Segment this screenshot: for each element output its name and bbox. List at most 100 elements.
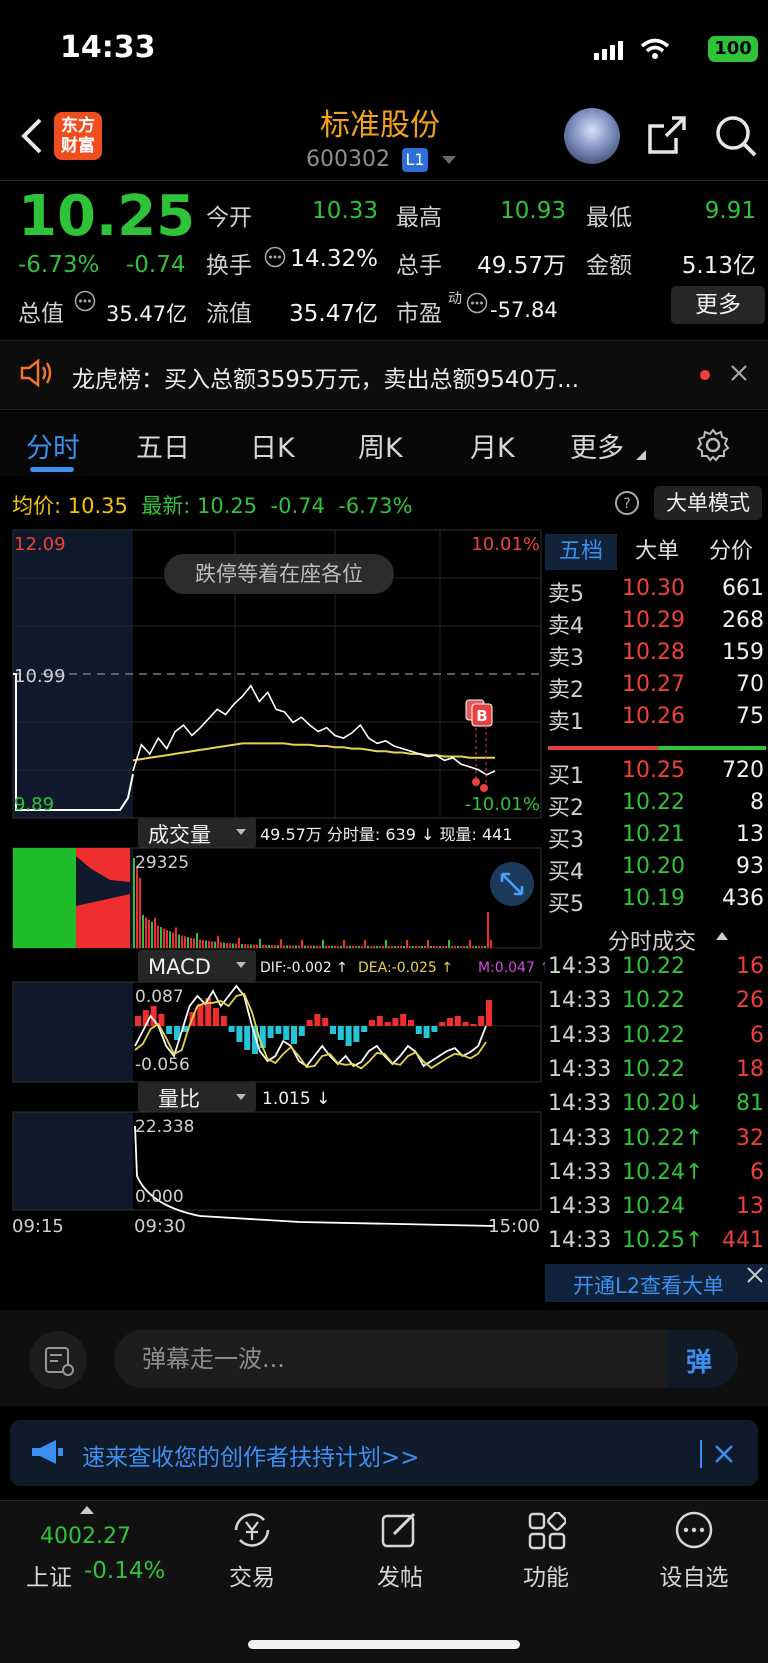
- share-icon[interactable]: [646, 114, 688, 156]
- gear-icon[interactable]: [696, 428, 730, 462]
- post-icon[interactable]: [380, 1510, 420, 1550]
- volume-bar: [151, 921, 153, 948]
- info-dots-icon[interactable]: [466, 292, 488, 314]
- info-dots-icon[interactable]: [264, 246, 286, 268]
- volume-bar: [385, 939, 387, 948]
- nav-post[interactable]: 发帖: [350, 1558, 450, 1592]
- volume-bar: [394, 945, 396, 948]
- volume-bar: [196, 933, 198, 948]
- volume-bar: [364, 939, 366, 948]
- danmu-send-button[interactable]: 弹: [668, 1330, 738, 1388]
- axis-bottom-price: 9.89: [14, 794, 54, 815]
- volume-bar: [256, 944, 258, 948]
- expand-up-icon[interactable]: [80, 1506, 94, 1514]
- index-pct: -0.14%: [84, 1558, 166, 1584]
- axis-bottom-pct: -10.01%: [465, 794, 540, 815]
- volume-bar: [199, 939, 201, 948]
- volume-bar: [154, 917, 156, 948]
- close-icon[interactable]: [730, 364, 748, 382]
- macd-bar: [244, 1026, 251, 1050]
- volume-bar: [325, 945, 327, 948]
- ask-row[interactable]: 卖4 10.29 268: [548, 608, 764, 640]
- danmu-input[interactable]: 弹幕走一波...: [114, 1330, 738, 1388]
- trades-title[interactable]: 分时成交: [608, 924, 696, 956]
- volume-bar: [337, 945, 339, 948]
- amount-label: 金额: [586, 253, 632, 279]
- volume-bar: [349, 945, 351, 948]
- macd-bar: [298, 1026, 305, 1036]
- tab-monthly-k[interactable]: 月K: [470, 426, 515, 465]
- ask-row[interactable]: 卖1 10.26 75: [548, 704, 764, 736]
- nav-trade[interactable]: 交易: [202, 1558, 302, 1592]
- time-label-start: 09:30: [134, 1216, 186, 1237]
- macd-bar: [267, 1026, 274, 1038]
- l2-banner[interactable]: 开通L2查看大单: [545, 1264, 768, 1302]
- bid-row[interactable]: 买1 10.25 720: [548, 758, 764, 790]
- volume-bar: [451, 945, 453, 948]
- macd-bar: [431, 1026, 438, 1032]
- volume-bar: [466, 945, 468, 948]
- volume-bar: [181, 935, 183, 948]
- ask-row[interactable]: 卖2 10.27 70: [548, 672, 764, 704]
- header-divider: [0, 180, 768, 181]
- volume-bar: [430, 945, 432, 948]
- tab-daily-k[interactable]: 日K: [250, 426, 295, 465]
- index-value[interactable]: 4002.27: [40, 1524, 131, 1549]
- macd-bar: [454, 1016, 461, 1026]
- axis-top-pct: 10.01%: [471, 534, 540, 555]
- tab-price-dist[interactable]: 分价: [695, 534, 767, 570]
- macd-bar: [478, 1016, 485, 1026]
- intraday-chart[interactable]: B 12.09 10.99 9.89 10.01% -10.01% 跌停等着在座…: [0, 526, 545, 1306]
- more-button[interactable]: 更多: [671, 286, 765, 324]
- tab-more[interactable]: 更多: [570, 426, 624, 465]
- tab-big-orders[interactable]: 大单: [621, 534, 693, 570]
- banner-text[interactable]: 龙虎榜：买入总额3595万元，卖出总额9540万...: [72, 360, 579, 394]
- robot-assistant-icon[interactable]: [564, 108, 620, 164]
- bid-row[interactable]: 买5 10.19 436: [548, 886, 764, 918]
- trade-row: 14:33 10.22 6: [548, 1022, 764, 1048]
- bid-row[interactable]: 买2 10.22 8: [548, 790, 764, 822]
- axis-top-price: 12.09: [14, 534, 66, 555]
- big-order-mode-button[interactable]: 大单模式: [654, 486, 762, 520]
- tab-weekly-k[interactable]: 周K: [358, 426, 403, 465]
- ask-row[interactable]: 卖3 10.28 159: [548, 640, 764, 672]
- volume-bar: [214, 941, 216, 948]
- back-arrow-icon[interactable]: [18, 116, 44, 156]
- help-icon[interactable]: ?: [614, 490, 640, 516]
- volume-bar: [166, 930, 168, 948]
- macd-bar: [486, 1000, 492, 1026]
- bid-row[interactable]: 买3 10.21 13: [548, 822, 764, 854]
- trade-icon[interactable]: [230, 1510, 274, 1550]
- tab-five-day[interactable]: 五日: [136, 426, 190, 465]
- volume-bar: [406, 939, 408, 948]
- macd-bar: [376, 1016, 383, 1026]
- close-icon[interactable]: [714, 1444, 734, 1464]
- volume-bar: [148, 919, 150, 948]
- bid-row[interactable]: 买4 10.20 93: [548, 854, 764, 886]
- open-label: 今开: [206, 205, 252, 231]
- speaker-icon: [20, 358, 52, 388]
- tab-intraday[interactable]: 分时: [26, 426, 80, 465]
- search-icon[interactable]: [714, 114, 758, 158]
- caret-down-icon[interactable]: [442, 156, 456, 166]
- ratio-selector: 量比: [158, 1087, 200, 1111]
- change-value: -0.74: [126, 252, 186, 278]
- low-label: 最低: [586, 205, 632, 231]
- danmu-settings-icon[interactable]: [28, 1330, 88, 1390]
- close-icon[interactable]: [746, 1266, 764, 1284]
- promo-text[interactable]: 速来查收您的创作者扶持计划>>: [82, 1438, 420, 1472]
- functions-icon[interactable]: [528, 1512, 566, 1550]
- tab-five-levels[interactable]: 五档: [545, 534, 617, 570]
- watchlist-icon[interactable]: [674, 1510, 714, 1550]
- volume-bar: [361, 945, 363, 948]
- nav-functions[interactable]: 功能: [496, 1558, 596, 1592]
- stock-title[interactable]: 标准股份: [260, 100, 500, 144]
- macd-dea: DEA:-0.025 ↑: [358, 960, 453, 976]
- ask-row[interactable]: 卖5 10.30 661: [548, 576, 764, 608]
- trade-row: 14:33 10.22 18: [548, 1056, 764, 1082]
- info-dots-icon[interactable]: [74, 290, 96, 312]
- macd-bar: [408, 1020, 414, 1026]
- nav-watchlist[interactable]: 设自选: [644, 1558, 744, 1592]
- volume-bar: [145, 917, 147, 948]
- volume-bar: [310, 945, 312, 948]
